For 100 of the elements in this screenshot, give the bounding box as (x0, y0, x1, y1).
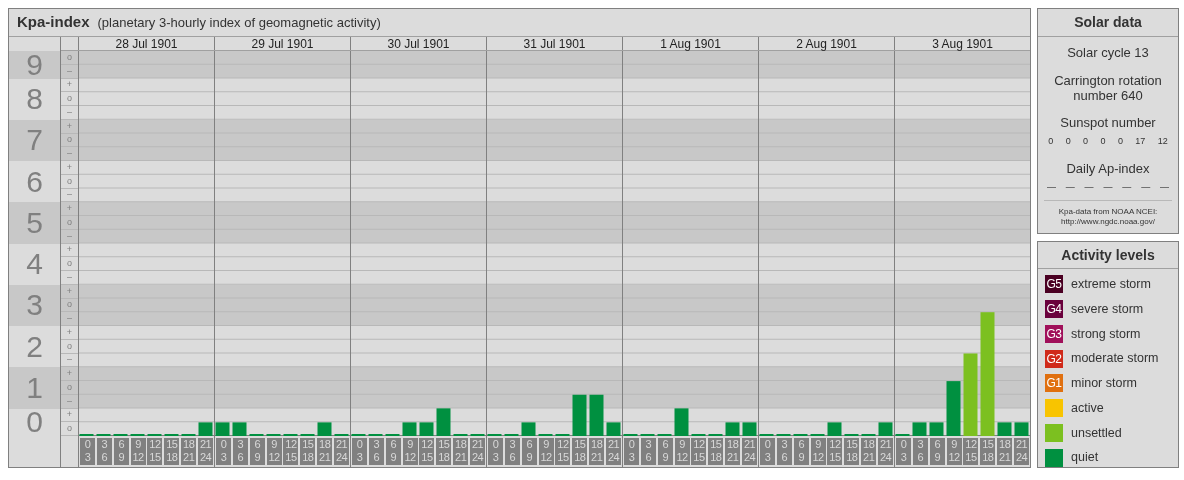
sunspot-value: 12 (1157, 135, 1168, 148)
scale-minor-label: + (66, 327, 73, 337)
panel-title: Solar data (1074, 13, 1142, 32)
y-tick-label: 4 (26, 249, 43, 280)
legend-label: unsettled (1071, 424, 1122, 442)
legend-swatch: G1 (1045, 374, 1063, 393)
sunspot-value: 0 (1117, 135, 1123, 148)
time-slot-label: 9 12 (130, 438, 146, 465)
time-slot-label: 6 9 (657, 438, 673, 465)
ap-index-value: — (1065, 181, 1075, 194)
time-slot-label: 12 15 (691, 438, 707, 465)
time-slot-label: 15 18 (708, 438, 724, 465)
time-slot-label: 3 6 (504, 438, 520, 465)
ap-index-value: — (1141, 181, 1151, 194)
time-slot-label: 9 12 (266, 438, 282, 465)
time-slot-label: 6 9 (793, 438, 809, 465)
scale-minor-label: + (66, 286, 73, 296)
time-slot-label: 3 6 (912, 438, 928, 465)
legend-label: strong storm (1071, 325, 1141, 343)
scale-minor-label: + (66, 80, 73, 90)
y-tick-label: 3 (26, 290, 43, 321)
scale-minor-label: + (66, 121, 73, 131)
ap-index-value: — (1103, 181, 1113, 194)
time-slot-label: 18 21 (181, 438, 197, 465)
scale-minor-label: – (67, 107, 72, 117)
time-slot-label: 21 24 (1014, 438, 1030, 465)
scale-minor-label: – (67, 149, 72, 159)
time-slot-label: 6 9 (249, 438, 265, 465)
scale-minor-label: + (66, 162, 73, 172)
panel-title: Activity levels (1061, 245, 1155, 265)
y-tick-label: 7 (26, 125, 43, 156)
time-slot-label: 12 15 (827, 438, 843, 465)
time-slot-label: 21 24 (334, 438, 350, 465)
time-slot-label: 9 12 (674, 438, 690, 465)
date-label: 2 Aug 1901 (796, 37, 857, 50)
y-tick-label: 1 (26, 372, 43, 403)
legend-label: moderate storm (1071, 350, 1159, 368)
date-label: 28 Jul 1901 (115, 37, 178, 50)
time-slot-label: 6 9 (113, 438, 129, 465)
source-note: Kpa-data from NOAA NCEI: (1058, 206, 1158, 217)
time-slot-label: 18 21 (589, 438, 605, 465)
time-slot-label: 15 18 (300, 438, 316, 465)
time-slot-label: 9 12 (810, 438, 826, 465)
time-slot-label: 6 9 (521, 438, 537, 465)
legend-swatch: G5 (1045, 275, 1063, 294)
time-slot-label: 3 6 (776, 438, 792, 465)
time-slot-label: 3 6 (368, 438, 384, 465)
time-slot-label: 15 18 (436, 438, 452, 465)
sunspot-value: 17 (1135, 135, 1146, 148)
date-label: 3 Aug 1901 (932, 37, 993, 50)
scale-minor-label: – (67, 355, 72, 365)
scale-minor-label: o (67, 382, 72, 392)
scale-minor-label: o (67, 259, 72, 269)
time-slot-label: 18 21 (453, 438, 469, 465)
legend-swatch: G3 (1045, 324, 1063, 343)
sunspot-label: Sunspot number (1060, 113, 1156, 132)
scale-minor-label: o (67, 52, 72, 62)
carrington-rotation: Carrington rotation number 640 (1053, 72, 1163, 103)
ap-index-label: Daily Ap-index (1066, 159, 1150, 178)
legend-swatch: G2 (1045, 349, 1063, 368)
time-slot-label: 12 15 (555, 438, 571, 465)
chart-subtitle: (planetary 3-hourly index of geomagnetic activity) (97, 13, 381, 32)
y-tick-label: 0 (26, 407, 43, 438)
time-slot-label: 12 15 (419, 438, 435, 465)
scale-minor-label: o (67, 300, 72, 310)
time-slot-label: 18 21 (997, 438, 1013, 465)
date-label: 29 Jul 1901 (251, 37, 314, 50)
scale-minor-label: o (67, 217, 72, 227)
time-slot-label: 15 18 (572, 438, 588, 465)
date-label: 30 Jul 1901 (387, 37, 450, 50)
time-slot-label: 18 21 (725, 438, 741, 465)
scale-minor-label: – (67, 231, 72, 241)
chart-title: Kpa-index (17, 12, 90, 33)
scale-minor-label: – (67, 190, 72, 200)
time-slot-label: 3 6 (640, 438, 656, 465)
sunspot-value: 0 (1048, 135, 1054, 148)
time-slot-label: 0 3 (351, 438, 367, 465)
time-slot-label: 18 21 (861, 438, 877, 465)
legend-label: minor storm (1071, 375, 1137, 392)
time-slot-label: 0 3 (623, 438, 639, 465)
scale-minor-label: + (66, 410, 73, 420)
sunspot-value: 0 (1065, 135, 1071, 148)
y-tick-label: 6 (26, 166, 43, 197)
y-tick-label: 9 (26, 49, 43, 80)
time-slot-label: 21 24 (606, 438, 622, 465)
scale-minor-label: + (66, 369, 73, 379)
legend-swatch: G4 (1045, 300, 1063, 319)
scale-minor-label: – (67, 314, 72, 324)
y-tick-label: 5 (26, 207, 43, 238)
y-tick-label: 8 (26, 84, 43, 115)
scale-minor-label: o (67, 94, 72, 104)
scale-minor-label: – (67, 272, 72, 282)
scale-minor-label: + (66, 204, 73, 214)
sunspot-value: 0 (1100, 135, 1106, 148)
time-slot-label: 9 12 (402, 438, 418, 465)
legend-label: quiet (1071, 449, 1099, 467)
scale-minor-label: o (67, 176, 72, 186)
ap-index-value: — (1122, 181, 1132, 194)
time-slot-label: 12 15 (283, 438, 299, 465)
scale-minor-label: o (67, 135, 72, 145)
